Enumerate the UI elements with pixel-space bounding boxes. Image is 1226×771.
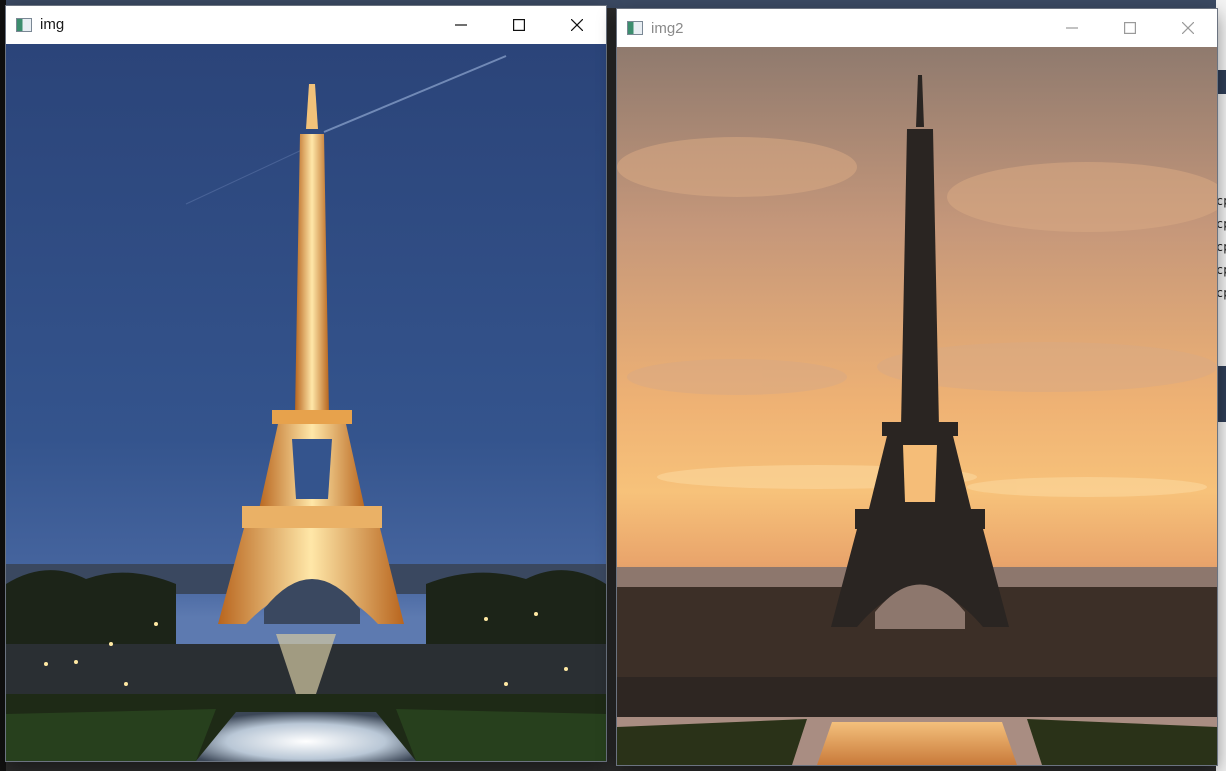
minimize-button[interactable] <box>1043 9 1101 46</box>
maximize-button[interactable] <box>1101 9 1159 46</box>
background-code-line: cp <box>1216 263 1226 277</box>
maximize-button[interactable] <box>490 6 548 43</box>
close-button[interactable] <box>548 6 606 43</box>
maximize-icon <box>1124 21 1136 34</box>
minimize-icon <box>455 23 467 26</box>
image-canvas <box>6 44 606 761</box>
background-code-line: cp <box>1216 240 1226 254</box>
image-window-img[interactable]: img <box>6 6 606 761</box>
background-code-line: cp <box>1216 286 1226 300</box>
eiffel-tower-sunset-image <box>617 47 1217 765</box>
image-canvas <box>617 47 1217 765</box>
minimize-button[interactable] <box>432 6 490 43</box>
maximize-icon <box>513 18 525 31</box>
app-icon <box>16 17 32 32</box>
close-button[interactable] <box>1159 9 1217 46</box>
window-titlebar[interactable]: img2 <box>617 9 1217 47</box>
window-title: img2 <box>651 19 684 37</box>
app-icon <box>627 21 643 35</box>
window-title: img <box>40 16 65 33</box>
background-code-line: cp <box>1216 217 1226 231</box>
background-editor-tab <box>1216 70 1226 94</box>
close-icon <box>1182 21 1194 34</box>
background-code-line: cp <box>1216 194 1226 208</box>
image-window-img2[interactable]: img2 <box>617 9 1217 765</box>
close-icon <box>571 18 583 31</box>
window-titlebar[interactable]: img <box>6 6 606 43</box>
background-editor-block <box>1216 366 1226 422</box>
background-editor-panel: cp cp cp cp cp <box>1216 0 1226 771</box>
eiffel-tower-night-image <box>6 44 606 761</box>
minimize-icon <box>1066 26 1078 29</box>
